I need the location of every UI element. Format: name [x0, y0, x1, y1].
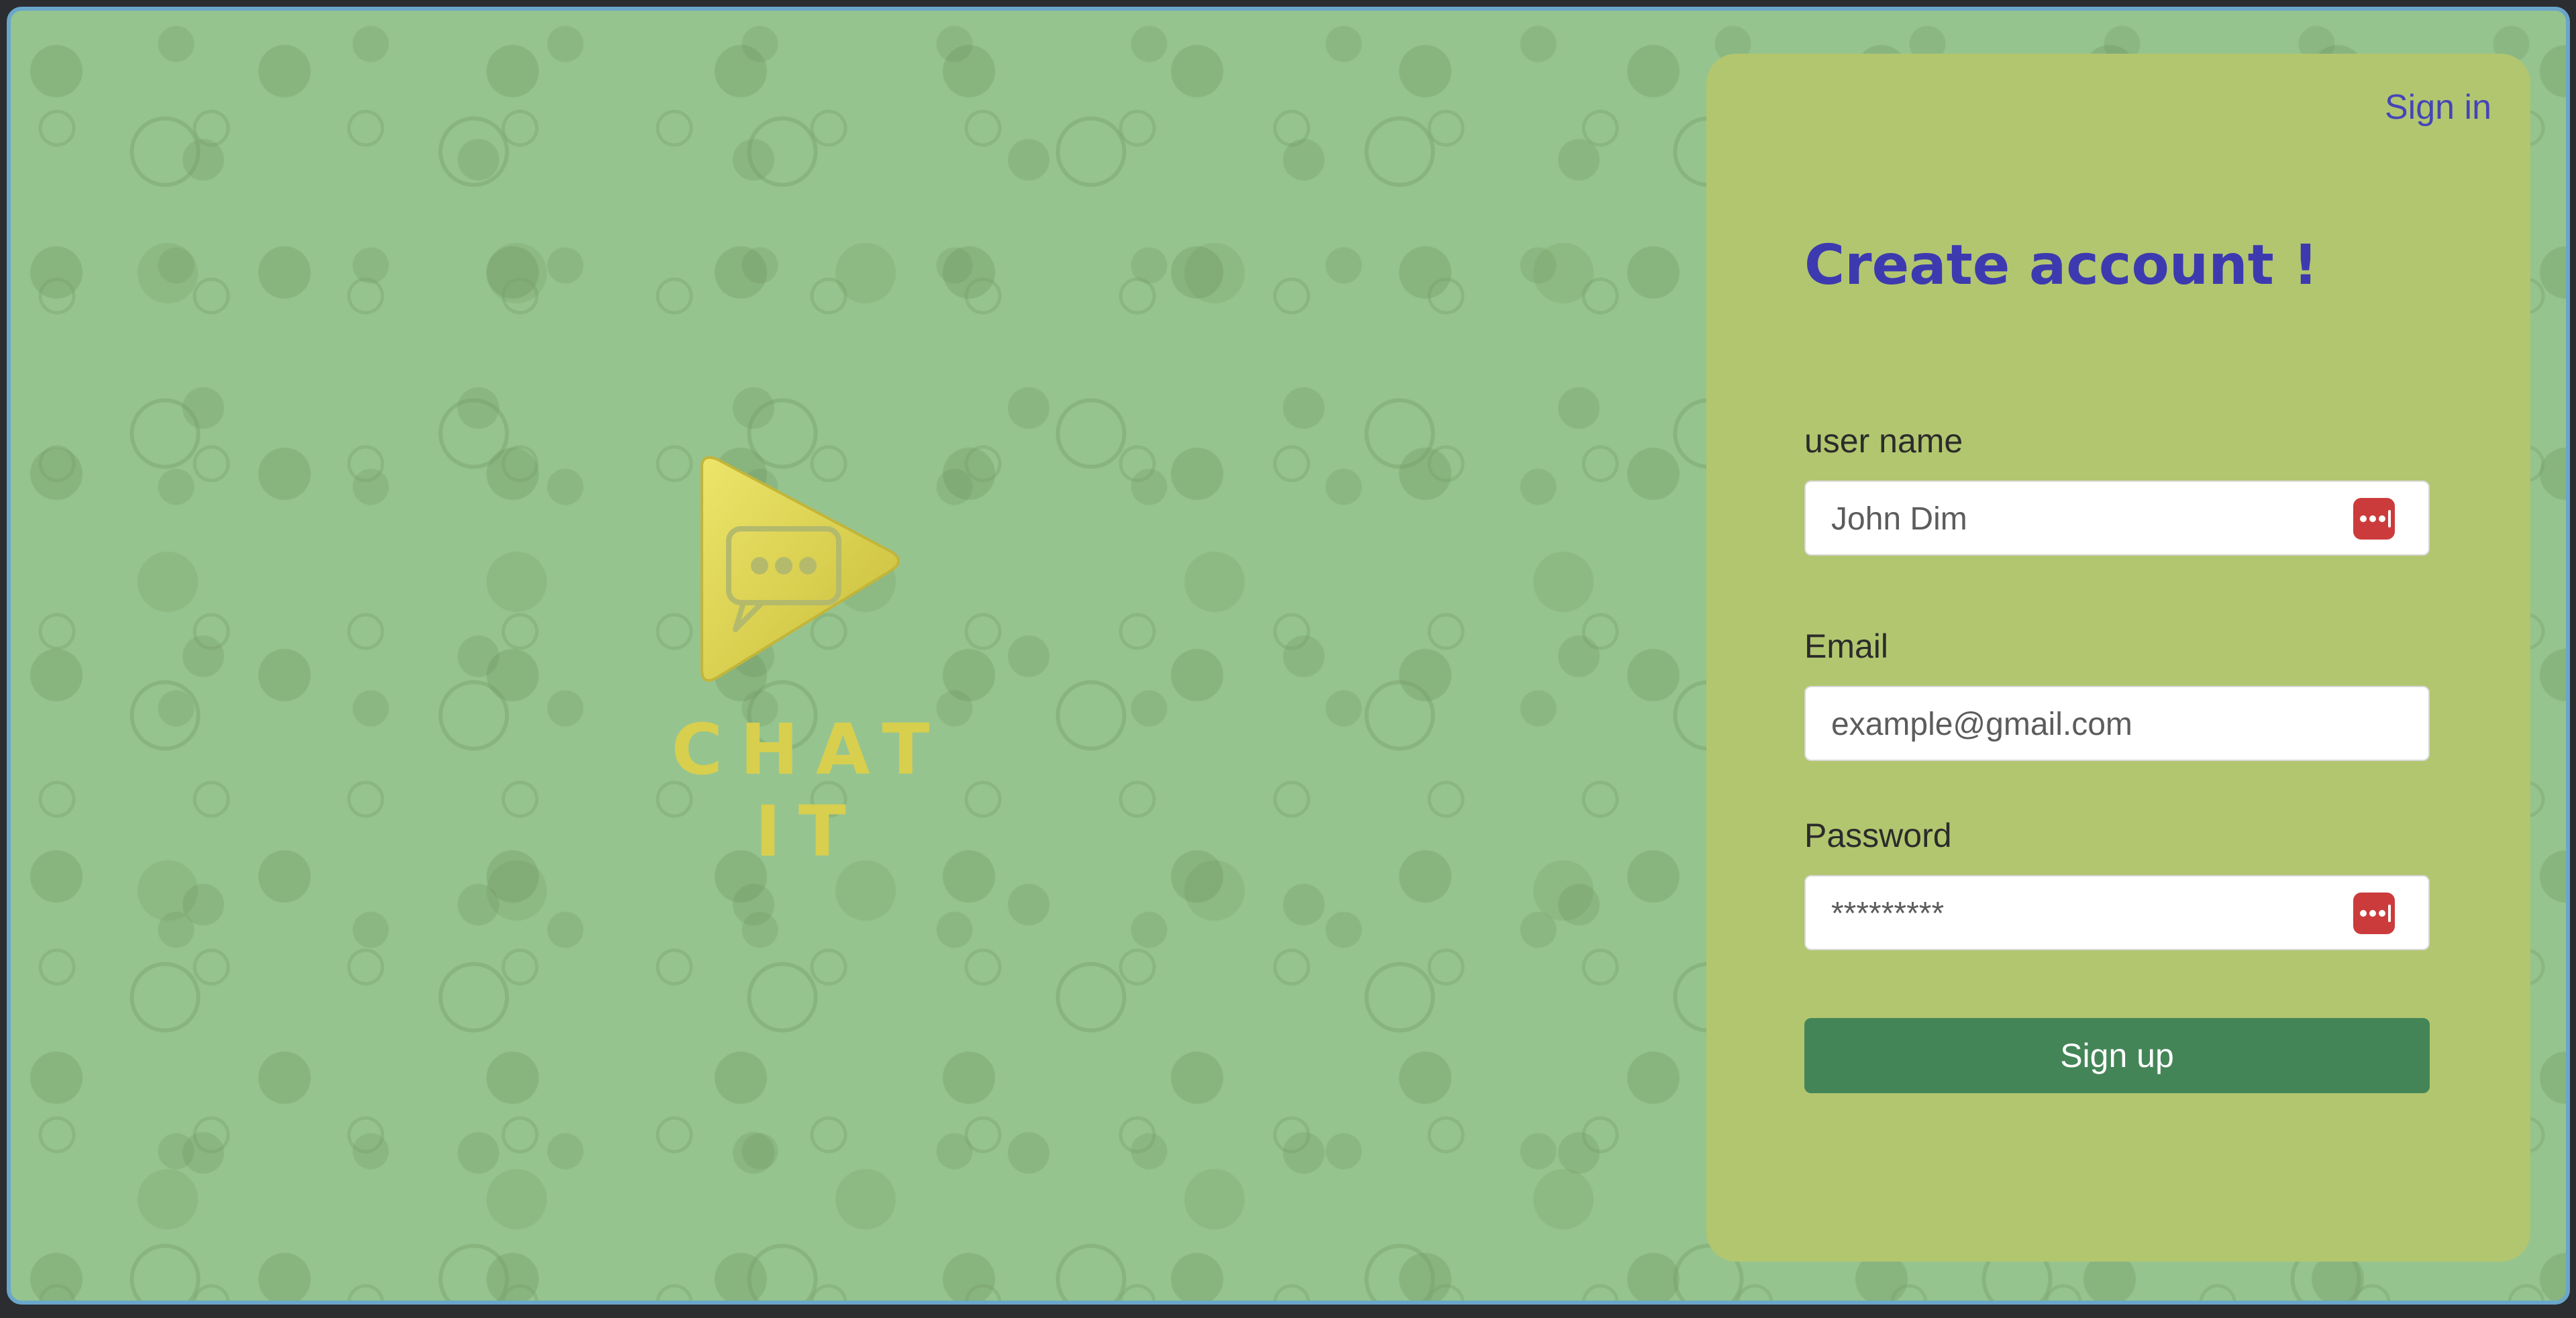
password-manager-key-icon[interactable] [2353, 498, 2395, 540]
password-field [1804, 875, 2430, 950]
brand-name: CHAT IT [671, 709, 947, 872]
username-input[interactable] [1830, 482, 2342, 556]
signup-panel: Sign in Create account ! user name Email… [1706, 54, 2530, 1262]
brand-logo: CHAT IT [655, 454, 964, 872]
password-input[interactable] [1830, 876, 2342, 950]
password-manager-key-icon[interactable] [2353, 893, 2395, 934]
password-label: Password [1804, 817, 1952, 854]
email-input[interactable] [1830, 687, 2342, 761]
signin-link[interactable]: Sign in [2385, 87, 2491, 128]
username-field [1804, 480, 2430, 556]
email-field [1804, 686, 2430, 761]
signup-button[interactable]: Sign up [1804, 1018, 2430, 1093]
app-window: CHAT IT Sign in Create account ! user na… [7, 7, 2570, 1305]
page-title: Create account ! [1804, 234, 2318, 297]
email-label: Email [1804, 627, 1889, 665]
username-label: user name [1804, 422, 1963, 460]
play-chat-bubble-icon [701, 456, 900, 682]
